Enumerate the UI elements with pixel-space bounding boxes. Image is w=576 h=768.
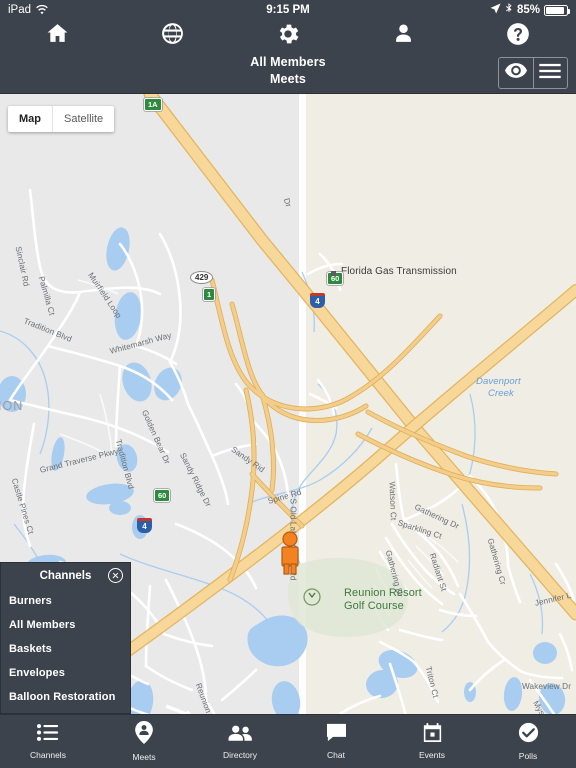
bottom-tab-bar: Channels Meets Directory Chat Events Pol… — [0, 714, 576, 768]
tab-polls[interactable]: Polls — [480, 715, 576, 768]
channels-panel-header: Channels — [1, 563, 130, 589]
close-circle-icon[interactable] — [108, 568, 123, 583]
street-view-pegman[interactable] — [278, 531, 302, 575]
shield-1a: 1A — [144, 98, 162, 111]
eye-icon — [504, 63, 527, 83]
battery-percent: 85% — [516, 4, 540, 16]
question-circle-icon — [505, 21, 531, 52]
tab-label: Events — [419, 750, 445, 760]
chat-bubble-icon — [326, 723, 347, 747]
tab-directory[interactable]: Directory — [192, 715, 288, 768]
tab-meets[interactable]: Meets — [96, 715, 192, 768]
channels-panel-title: Channels — [39, 570, 92, 582]
hamburger-icon — [539, 63, 561, 84]
list-icon — [37, 723, 59, 747]
tab-label: Meets — [132, 752, 156, 762]
profile-button[interactable] — [346, 21, 461, 51]
globe-icon — [160, 21, 185, 51]
person-icon — [391, 21, 416, 51]
top-toolbar — [0, 20, 576, 52]
channel-item-balloon-restoration[interactable]: Balloon Restoration — [1, 685, 130, 709]
shield-60-lower: 60 — [154, 489, 171, 502]
tab-chat[interactable]: Chat — [288, 715, 384, 768]
title-bar: All Members Meets — [0, 52, 576, 94]
home-button[interactable] — [0, 21, 115, 51]
visibility-toggle-button[interactable] — [499, 58, 533, 88]
settings-button[interactable] — [230, 21, 345, 52]
tab-label: Chat — [327, 750, 345, 760]
map-type-control[interactable]: Map Satellite — [8, 106, 115, 132]
florida-gas-transmission-marker — [331, 271, 336, 276]
status-bar-right: 85% — [490, 2, 570, 18]
shield-i4-upper: 4 — [310, 293, 325, 308]
globe-button[interactable] — [115, 21, 230, 51]
location-arrow-icon — [490, 3, 501, 17]
app-root: iPad 9:15 PM 85% All Members Meets Map S… — [0, 0, 576, 768]
map-pin-person-icon — [135, 721, 153, 749]
tab-channels[interactable]: Channels — [0, 715, 96, 768]
check-circle-icon — [518, 722, 539, 748]
channel-item-envelopes[interactable]: Envelopes — [1, 661, 130, 685]
help-button[interactable] — [461, 21, 576, 52]
shield-1: 1 — [203, 288, 216, 301]
channel-item-baskets[interactable]: Baskets — [1, 637, 130, 661]
gear-icon — [275, 21, 301, 52]
header-segmented-control — [498, 57, 568, 89]
tab-events[interactable]: Events — [384, 715, 480, 768]
map-type-satellite[interactable]: Satellite — [52, 106, 114, 132]
page-title: All Members Meets — [0, 54, 576, 88]
channel-item-all-members[interactable]: All Members — [1, 613, 130, 637]
home-icon — [45, 21, 70, 51]
menu-button[interactable] — [532, 58, 568, 88]
tab-label: Channels — [30, 750, 66, 760]
battery-icon — [544, 4, 570, 16]
tab-label: Directory — [222, 749, 257, 760]
ios-status-bar: iPad 9:15 PM 85% — [0, 0, 576, 20]
bluetooth-icon — [505, 2, 513, 18]
people-icon — [228, 724, 252, 747]
page-title-line1: All Members — [250, 55, 326, 69]
map-type-map[interactable]: Map — [8, 106, 52, 132]
shield-i4-lower: 4 — [137, 518, 152, 533]
tab-label: Polls — [518, 751, 538, 761]
channels-panel: Channels Burners All Members Baskets Env… — [0, 562, 131, 714]
calendar-icon — [423, 723, 442, 747]
channel-item-burners[interactable]: Burners — [1, 589, 130, 613]
page-title-line2: Meets — [270, 72, 306, 86]
